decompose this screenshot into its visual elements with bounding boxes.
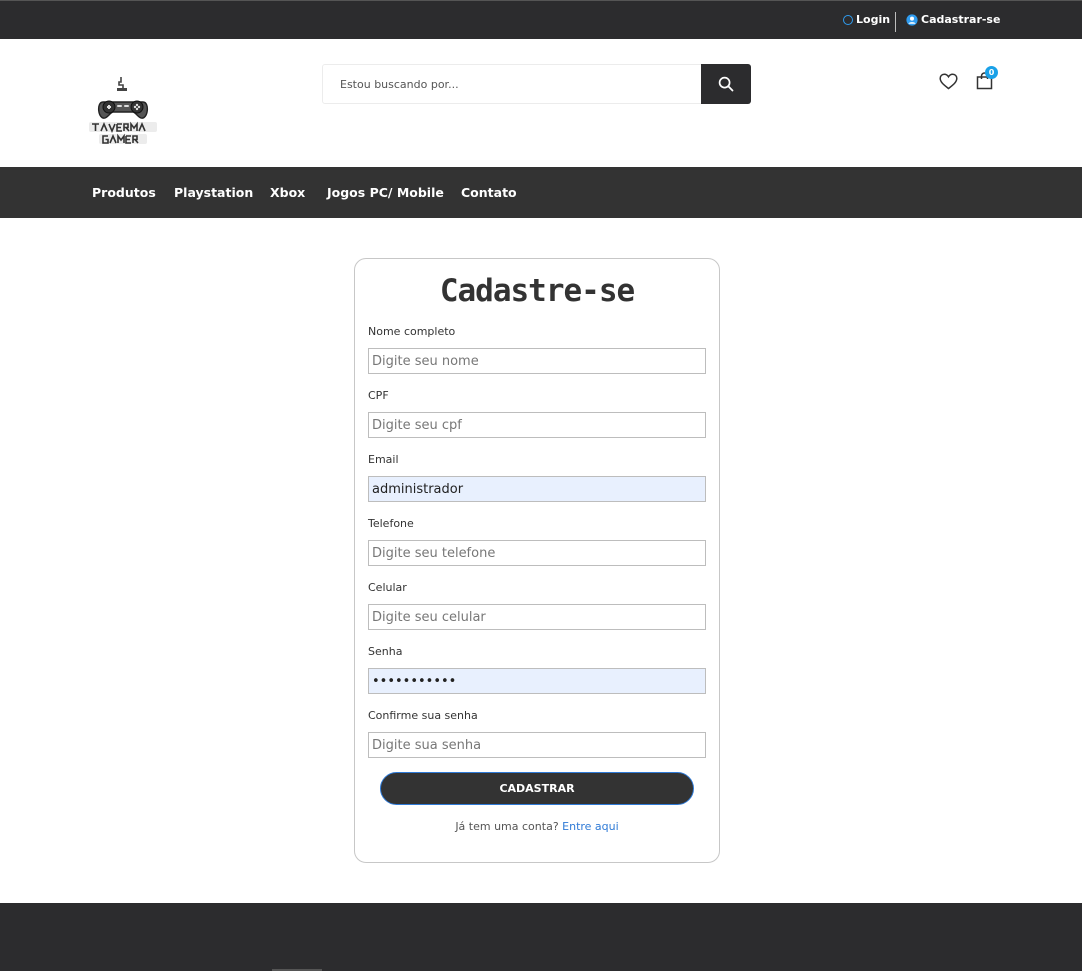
search-button[interactable] <box>701 64 751 104</box>
nav-item-produtos[interactable]: Produtos <box>92 185 156 200</box>
search-input[interactable] <box>323 65 701 103</box>
cpf-label: CPF <box>368 389 389 402</box>
signup-form: Cadastre-se Nome completo CPF Email Tele… <box>354 258 720 863</box>
nav-item-playstation[interactable]: Playstation <box>174 185 253 200</box>
top-bar: Login Cadastrar-se <box>0 0 1082 39</box>
cart-count-badge: 0 <box>985 66 998 79</box>
login-link[interactable]: Login <box>843 13 890 26</box>
site-footer <box>0 903 1082 971</box>
password-field[interactable] <box>368 668 706 694</box>
nav-item-xbox[interactable]: Xbox <box>270 185 305 200</box>
phone-label: Telefone <box>368 517 414 530</box>
phone-field[interactable] <box>368 540 706 566</box>
taverna-gamer-logo[interactable] <box>86 76 160 148</box>
register-link[interactable]: Cadastrar-se <box>906 13 1000 26</box>
existing-account-line: Já tem uma conta? Entre aqui <box>355 820 719 833</box>
register-button[interactable]: CADASTRAR <box>380 772 694 805</box>
site-header: 0 <box>0 39 1082 167</box>
search-icon <box>718 76 734 92</box>
cpf-field[interactable] <box>368 412 706 438</box>
password-label: Senha <box>368 645 403 658</box>
form-title: Cadastre-se <box>439 273 635 309</box>
confirm-password-label: Confirme sua senha <box>368 709 478 722</box>
name-field[interactable] <box>368 348 706 374</box>
register-label: Cadastrar-se <box>921 13 1001 26</box>
user-icon <box>906 13 918 26</box>
nav-item-contato[interactable]: Contato <box>461 185 517 200</box>
email-field[interactable] <box>368 476 706 502</box>
mobile-field[interactable] <box>368 604 706 630</box>
heart-icon[interactable] <box>939 73 958 90</box>
topbar-divider <box>895 12 896 32</box>
nav-item-jogos-pc-mobile[interactable]: Jogos PC/ Mobile <box>327 185 444 200</box>
confirm-password-field[interactable] <box>368 732 706 758</box>
mobile-label: Celular <box>368 581 407 594</box>
main-nav: Produtos Playstation Xbox Jogos PC/ Mobi… <box>0 167 1082 218</box>
email-label: Email <box>368 453 399 466</box>
search-bar <box>322 64 751 104</box>
circle-icon <box>843 14 853 25</box>
existing-account-text: Já tem uma conta? <box>455 820 559 833</box>
login-label: Login <box>856 13 891 26</box>
name-label: Nome completo <box>368 325 456 338</box>
login-here-link[interactable]: Entre aqui <box>562 820 619 833</box>
